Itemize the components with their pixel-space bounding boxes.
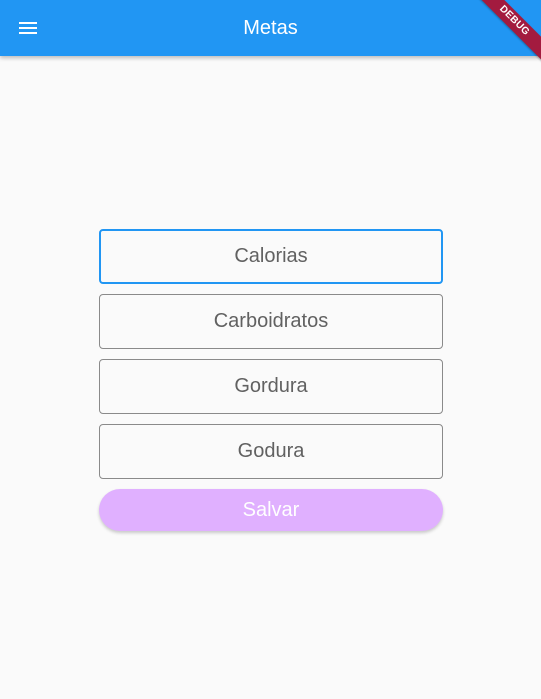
godura-input[interactable] [100,440,442,463]
gordura-input[interactable] [100,375,442,398]
app-screen: Metas DEBUG Salvar [0,0,541,699]
page-title: Metas [243,17,298,39]
godura-field[interactable] [99,424,443,479]
goals-form: Salvar [99,229,443,531]
gordura-field[interactable] [99,359,443,414]
calorias-field[interactable] [99,229,443,284]
carboidratos-input[interactable] [100,310,442,333]
calorias-input[interactable] [101,245,441,268]
app-bar: Metas [0,0,541,56]
save-button[interactable]: Salvar [99,489,443,531]
carboidratos-field[interactable] [99,294,443,349]
